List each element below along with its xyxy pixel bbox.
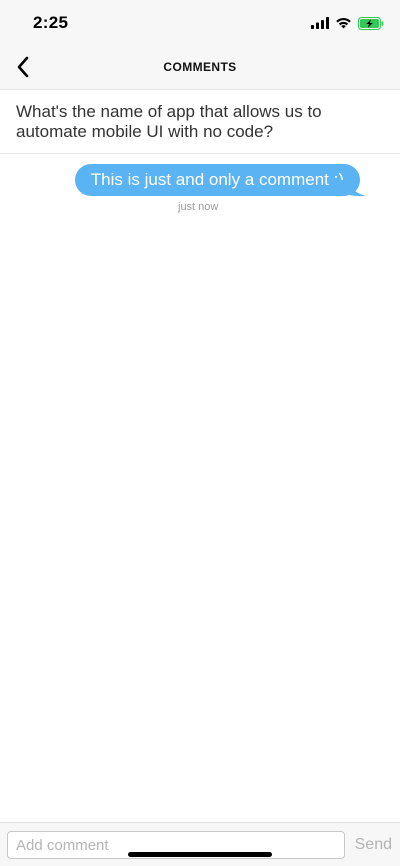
- post-question: What's the name of app that allows us to…: [16, 102, 322, 141]
- comment-bubble[interactable]: This is just and only a comment :): [74, 164, 360, 196]
- divider: [0, 153, 400, 154]
- home-indicator: [128, 852, 272, 857]
- status-time: 2:25: [33, 13, 69, 32]
- cellular-signal-icon: [311, 17, 329, 29]
- page-title: COMMENTS: [163, 60, 237, 74]
- status-bar: 2:25: [0, 0, 400, 44]
- navigation-bar: COMMENTS: [0, 44, 400, 90]
- wifi-icon: [336, 17, 351, 29]
- send-button[interactable]: Send: [355, 836, 392, 854]
- bubble-tail: [333, 180, 366, 197]
- status-icons: [311, 15, 384, 31]
- battery-charging-icon: [358, 16, 384, 30]
- comment-timestamp: just now: [178, 201, 219, 213]
- comment-composer: Send: [0, 822, 400, 866]
